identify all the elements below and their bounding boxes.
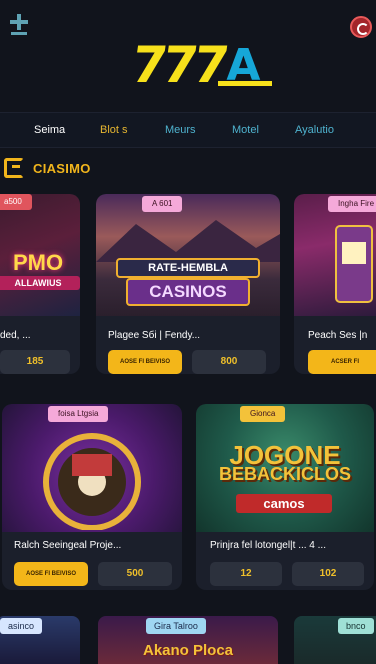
game-thumbnail: PMO ALLAWIUS [0, 194, 80, 316]
game-card[interactable]: asinco [0, 616, 80, 664]
slot-machine-illustration [335, 225, 373, 303]
game-badge: Gira Talroo [146, 618, 206, 634]
logo-number: 777 [127, 36, 229, 94]
game-card[interactable]: Ingha Fire Peach Ses |n ACSER FI [294, 194, 376, 374]
game-art-title: Akano Ploca [142, 642, 234, 659]
game-card[interactable]: JOGONE BEBACKICLOS camos Gionca Prinjra … [196, 404, 374, 590]
game-value-button-2[interactable]: 102 [292, 562, 364, 586]
game-art-subtitle: ALLAWIUS [0, 276, 80, 290]
game-value-button[interactable]: 800 [192, 350, 266, 374]
game-art-subtitle: BEBACKICLOS [218, 464, 351, 484]
section-header: CIASIMO [4, 155, 91, 181]
nav-item-ayalutio[interactable]: Ayalutio [295, 124, 334, 136]
game-badge: foisa Ltgsia [48, 406, 109, 422]
game-value-button[interactable]: 500 [98, 562, 172, 586]
game-badge: bnco [338, 618, 374, 634]
game-title: Prinjra fel lotongel|t ... 4 ... [210, 540, 326, 551]
game-thumbnail: JOGONE BEBACKICLOS camos [196, 404, 374, 532]
brand-logo[interactable]: 777 A [128, 36, 272, 94]
game-badge: Gionca [240, 406, 286, 422]
game-thumbnail [2, 404, 182, 532]
game-thumbnail [294, 194, 376, 316]
game-title: Plagee Sбi | Fendy... [108, 330, 201, 341]
game-card[interactable]: foisa Ltgsia Ralch Seeingeal Proje... AO… [2, 404, 182, 590]
game-card[interactable]: Gira Talroo Akano Ploca [98, 616, 278, 664]
nav-item-meurs[interactable]: Meurs [165, 124, 196, 136]
game-title: Peach Ses |n [308, 330, 368, 341]
game-badge: asinco [0, 618, 43, 634]
user-badge-icon[interactable] [350, 16, 372, 38]
play-button[interactable]: AOSE FI BEIVISO [108, 350, 182, 374]
game-art-banner: camos [236, 494, 332, 513]
game-title: ded, ... [0, 330, 31, 341]
game-card[interactable]: RATE-HEMBLA CASINOS A 601 Plagee Sбi | F… [96, 194, 280, 374]
game-thumbnail: RATE-HEMBLA CASINOS [96, 194, 280, 316]
game-art-title: PMO [12, 250, 64, 275]
game-value-button[interactable]: 185 [0, 350, 70, 374]
game-title: Ralch Seeingeal Proje... [14, 540, 122, 551]
menu-plus-icon[interactable] [10, 14, 28, 36]
roulette-wheel-illustration [43, 433, 141, 530]
nav-item-seima[interactable]: Seima [34, 124, 65, 136]
play-button[interactable]: ACSER FI [308, 350, 376, 374]
mountains-illustration [96, 220, 280, 262]
nav-item-slots[interactable]: Blot s [100, 124, 128, 136]
play-button[interactable]: AOSE FI BEIVISO [14, 562, 88, 586]
game-badge: A 601 [142, 196, 183, 212]
main-nav: Seima Blot s Meurs Motel Ayalutio [0, 112, 376, 148]
bottom-game-row: asinco Gira Talroo Akano Ploca bnco [0, 612, 376, 664]
casino-icon [4, 158, 24, 178]
section-title: CIASIMO [33, 160, 91, 176]
game-value-button[interactable]: 12 [210, 562, 282, 586]
game-badge: a500 [0, 194, 32, 210]
nav-item-motel[interactable]: Motel [232, 124, 259, 136]
game-badge: Ingha Fire [328, 196, 376, 212]
game-card[interactable]: bnco [294, 616, 376, 664]
game-card[interactable]: PMO ALLAWIUS a500 ded, ... 185 [0, 194, 80, 374]
game-art-subtitle: CASINOS [126, 278, 250, 306]
game-art-title: RATE-HEMBLA [116, 258, 260, 278]
logo-underline [218, 81, 272, 86]
top-bar: 777 A [0, 0, 376, 110]
